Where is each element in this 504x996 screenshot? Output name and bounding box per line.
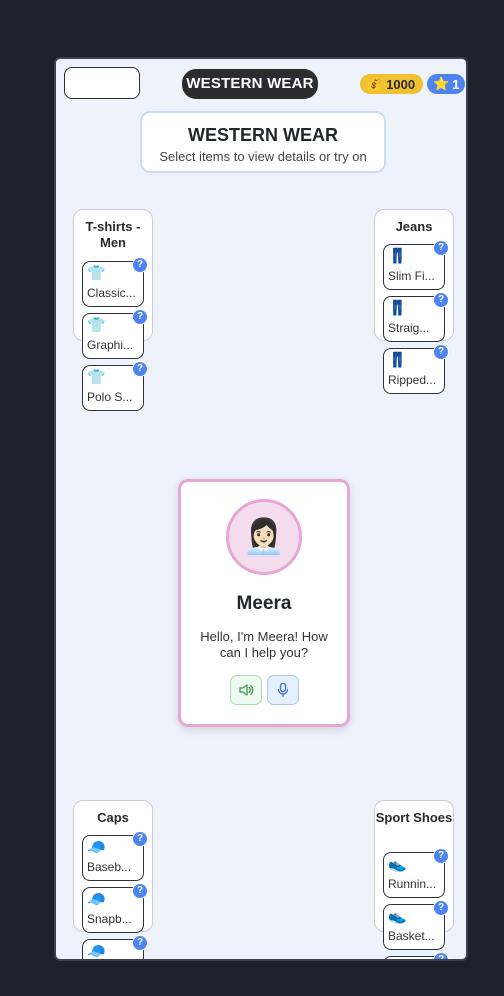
assistant-name: Meera [236, 593, 292, 614]
product-card[interactable]: 👕 Classic... ? [82, 257, 148, 307]
help-icon[interactable]: ? [132, 883, 148, 899]
product-name: Slim Fi... [388, 269, 435, 283]
product-card[interactable]: 🧢 Baseb... ? [82, 831, 148, 881]
product-card[interactable]: 👟 Basket... ? [383, 900, 449, 950]
product-name: Graphi... [87, 338, 134, 352]
t-shirt-icon: 👕 [87, 265, 106, 282]
speaker-icon [238, 684, 253, 696]
product-name: Snapb... [87, 912, 132, 926]
back-button[interactable] [64, 67, 140, 99]
product-name: Polo S... [87, 390, 133, 404]
product-card[interactable]: 👟 Runnin... ? [383, 848, 449, 898]
help-icon[interactable]: ? [132, 257, 148, 273]
cap-icon: 🧢 [87, 839, 106, 856]
product-name: Ripped... [388, 373, 437, 387]
help-icon[interactable]: ? [433, 848, 449, 864]
t-shirt-icon: 👕 [87, 369, 106, 386]
product-name: Straig... [388, 321, 430, 335]
section-header-card: WESTERN WEAR Select items to view detail… [140, 111, 386, 173]
help-icon[interactable]: ? [132, 935, 148, 951]
star-icon: ⭐ [433, 76, 450, 91]
help-icon[interactable]: ? [132, 831, 148, 847]
microphone-button[interactable] [266, 675, 299, 705]
assistant-card: 👩🏻‍💼 Meera Hello, I'm Meera! How can I h… [178, 479, 350, 727]
product-card[interactable]: 👖 Ripped... ? [383, 344, 449, 394]
sneaker-icon: 👟 [388, 908, 407, 925]
page-title: WESTERN WEAR [182, 69, 318, 99]
category-title: Caps [97, 810, 129, 825]
jeans-icon: 👖 [388, 300, 407, 317]
star-count: 1 [452, 76, 460, 92]
sneaker-icon: 👟 [388, 960, 407, 961]
help-icon[interactable]: ? [433, 344, 449, 360]
product-card[interactable]: 🧢 Snapb... ? [82, 883, 148, 933]
product-card[interactable]: 👟 ? [383, 952, 449, 961]
sneaker-icon: 👟 [388, 856, 407, 873]
t-shirt-icon: 👕 [87, 317, 106, 334]
jeans-icon: 👖 [388, 352, 407, 369]
cap-icon: 🧢 [87, 891, 106, 908]
product-name: Runnin... [388, 877, 437, 891]
section-title: WESTERN WEAR [188, 125, 338, 145]
app-frame: WESTERN WEAR 💰 1000 ⭐ 1 WESTERN WEAR Sel… [54, 57, 468, 961]
product-card[interactable]: 👕 Graphi... ? [82, 309, 148, 359]
help-icon[interactable]: ? [433, 900, 449, 916]
section-subtitle: Select items to view details or try on [159, 149, 367, 164]
assistant-controls [181, 675, 347, 705]
product-card[interactable]: 👕 Polo S... ? [82, 361, 148, 411]
speaker-button[interactable] [229, 675, 262, 705]
help-icon[interactable]: ? [433, 952, 449, 959]
microphone-icon [277, 682, 288, 698]
avatar: 👩🏻‍💼 [226, 499, 302, 575]
coin-count: 1000 [386, 76, 416, 92]
category-title: Jeans [395, 219, 433, 234]
product-name: Basket... [388, 929, 435, 943]
coin-balance: 💰 1000 [360, 74, 424, 94]
assistant-message: Hello, I'm Meera! How can I help you? [200, 629, 328, 660]
cap-icon: 🧢 [87, 943, 106, 960]
help-icon[interactable]: ? [132, 361, 148, 377]
category-title: Sport Shoes [375, 810, 453, 825]
product-name: Classic... [87, 286, 136, 300]
star-balance: ⭐ 1 [427, 74, 466, 94]
product-card[interactable]: 👖 Slim Fi... ? [383, 240, 449, 290]
product-card[interactable]: 🧢 ? [82, 935, 148, 960]
help-icon[interactable]: ? [433, 292, 449, 308]
jeans-icon: 👖 [388, 248, 407, 265]
product-name: Baseb... [87, 860, 132, 874]
product-card[interactable]: 👖 Straig... ? [383, 292, 449, 342]
help-icon[interactable]: ? [132, 309, 148, 325]
category-title: T-shirts - Men [85, 219, 141, 250]
help-icon[interactable]: ? [433, 240, 449, 256]
money-bag-icon: 💰 [366, 76, 383, 91]
